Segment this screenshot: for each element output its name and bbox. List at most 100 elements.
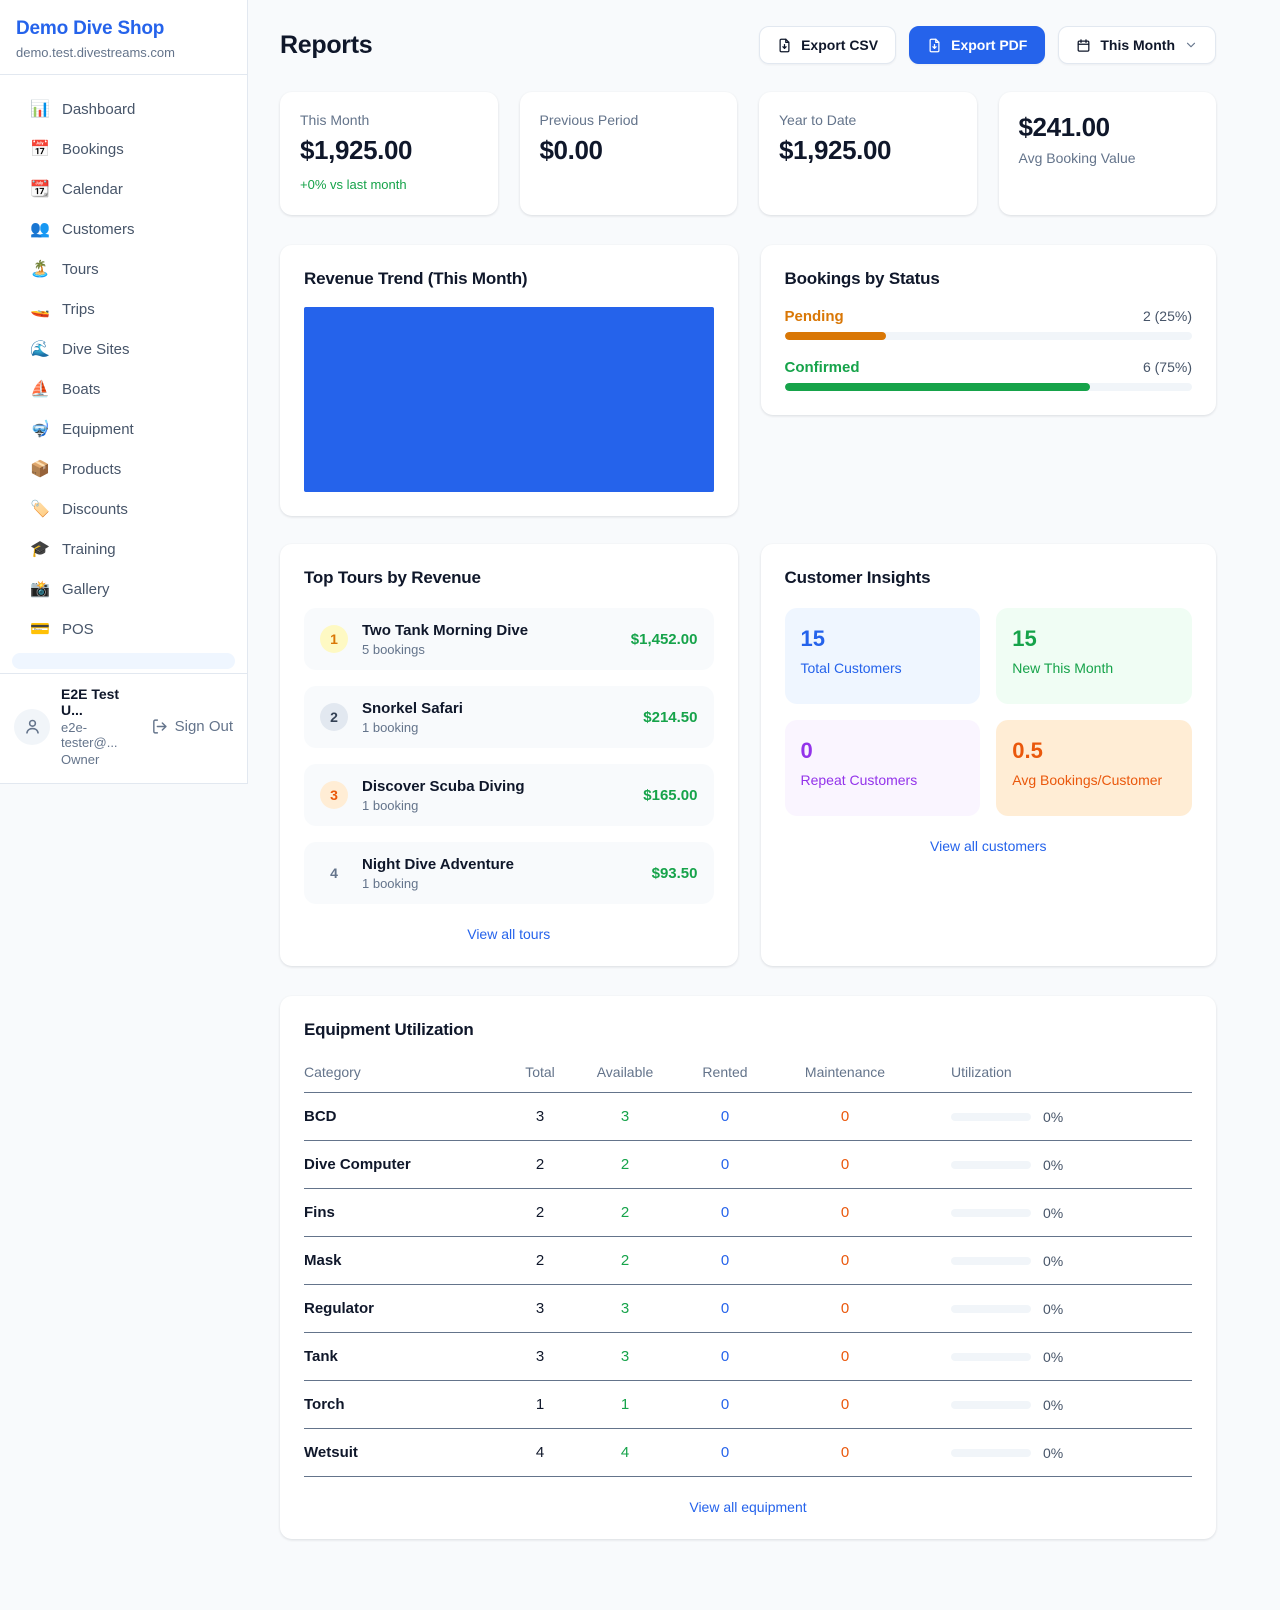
stat-value: $1,925.00 <box>300 135 478 166</box>
status-head: Pending2 (25%) <box>785 308 1193 325</box>
insight-tile: 15Total Customers <box>785 608 981 704</box>
sidebar-item-reports-partial[interactable] <box>12 653 235 669</box>
sidebar-item-products[interactable]: 📦Products <box>12 449 235 489</box>
tour-bookings: 1 booking <box>362 798 629 813</box>
view-all-tours-link[interactable]: View all tours <box>304 926 714 942</box>
stat-label: Avg Booking Value <box>1019 150 1197 166</box>
sidebar-item-gallery[interactable]: 📸Gallery <box>12 569 235 609</box>
stat-value: $0.00 <box>540 135 718 166</box>
sidebar-item-label: Customers <box>62 221 135 238</box>
stat-value: $1,925.00 <box>779 135 957 166</box>
tour-revenue: $1,452.00 <box>631 631 698 648</box>
period-dropdown[interactable]: This Month <box>1058 26 1216 64</box>
sidebar-item-customers[interactable]: 👥Customers <box>12 209 235 249</box>
utilization-bar <box>951 1401 1031 1409</box>
grad-cap-icon: 🎓 <box>30 539 48 559</box>
sidebar-item-dashboard[interactable]: 📊Dashboard <box>12 89 235 129</box>
table-row: Torch11000% <box>304 1381 1192 1429</box>
rank-badge: 1 <box>320 625 348 653</box>
sidebar: Demo Dive Shop demo.test.divestreams.com… <box>0 0 248 784</box>
equipment-total: 2 <box>505 1252 575 1269</box>
sidebar-item-bookings[interactable]: 📅Bookings <box>12 129 235 169</box>
tour-name: Two Tank Morning Dive <box>362 622 617 639</box>
equipment-category: Torch <box>304 1396 505 1413</box>
sidebar-item-equipment[interactable]: 🤿Equipment <box>12 409 235 449</box>
column-header: Available <box>575 1064 675 1080</box>
view-all-equipment-link[interactable]: View all equipment <box>304 1499 1192 1515</box>
export-pdf-button[interactable]: Export PDF <box>909 26 1045 64</box>
equipment-rented: 0 <box>675 1156 775 1173</box>
column-header: Rented <box>675 1064 775 1080</box>
equipment-utilization-cell: 0% <box>915 1445 1192 1461</box>
sign-out-button[interactable]: Sign Out <box>151 718 233 735</box>
tour-row: 3Discover Scuba Diving1 booking$165.00 <box>304 764 714 826</box>
user-block: E2E Test U... e2e-tester@... Owner <box>61 686 140 767</box>
person-icon <box>23 717 42 736</box>
brand-name: Demo Dive Shop <box>16 18 231 40</box>
status-row: Pending2 (25%) <box>785 308 1193 340</box>
tour-revenue: $93.50 <box>652 865 698 882</box>
tour-info: Snorkel Safari 1 booking <box>362 700 629 735</box>
sidebar-item-pos[interactable]: 💳POS <box>12 609 235 649</box>
sign-out-label: Sign Out <box>175 718 233 735</box>
equipment-utilization-cell: 0% <box>915 1397 1192 1413</box>
status-bar-fill <box>785 332 887 340</box>
sidebar-item-boats[interactable]: ⛵Boats <box>12 369 235 409</box>
status-label: Pending <box>785 308 844 325</box>
tour-revenue: $165.00 <box>643 787 697 804</box>
stat-card: This Month$1,925.00+0% vs last month <box>280 92 498 215</box>
wave-icon: 🌊 <box>30 339 48 359</box>
export-csv-button[interactable]: Export CSV <box>759 26 896 64</box>
equipment-rented: 0 <box>675 1444 775 1461</box>
sidebar-item-label: Dashboard <box>62 101 135 118</box>
table-row: Tank33000% <box>304 1333 1192 1381</box>
equipment-utilization-cell: 0% <box>915 1349 1192 1365</box>
equipment-rented: 0 <box>675 1204 775 1221</box>
view-all-customers-link[interactable]: View all customers <box>785 838 1193 854</box>
equipment-rented: 0 <box>675 1396 775 1413</box>
stat-label: Year to Date <box>779 112 957 128</box>
utilization-percent: 0% <box>1043 1349 1063 1365</box>
utilization-percent: 0% <box>1043 1109 1063 1125</box>
equipment-available: 2 <box>575 1204 675 1221</box>
sidebar-item-training[interactable]: 🎓Training <box>12 529 235 569</box>
utilization-percent: 0% <box>1043 1157 1063 1173</box>
sidebar-item-calendar[interactable]: 📆Calendar <box>12 169 235 209</box>
customer-insights-card: Customer Insights 15Total Customers15New… <box>761 544 1217 966</box>
sidebar-item-trips[interactable]: 🚤Trips <box>12 289 235 329</box>
equipment-total: 2 <box>505 1204 575 1221</box>
insight-tile: 15New This Month <box>996 608 1192 704</box>
equipment-utilization-cell: 0% <box>915 1205 1192 1221</box>
equipment-maintenance: 0 <box>775 1204 915 1221</box>
table-row: Wetsuit44000% <box>304 1429 1192 1477</box>
utilization-percent: 0% <box>1043 1445 1063 1461</box>
stat-delta: +0% vs last month <box>300 177 478 192</box>
tour-bookings: 1 booking <box>362 720 629 735</box>
sidebar-item-dive-sites[interactable]: 🌊Dive Sites <box>12 329 235 369</box>
equipment-rented: 0 <box>675 1108 775 1125</box>
rank-badge: 3 <box>320 781 348 809</box>
equipment-category: Regulator <box>304 1300 505 1317</box>
tour-row: 2Snorkel Safari1 booking$214.50 <box>304 686 714 748</box>
tour-name: Snorkel Safari <box>362 700 629 717</box>
equipment-maintenance: 0 <box>775 1300 915 1317</box>
camera-icon: 📸 <box>30 579 48 599</box>
tour-list: 1Two Tank Morning Dive5 bookings$1,452.0… <box>304 608 714 904</box>
equipment-table-header: CategoryTotalAvailableRentedMaintenanceU… <box>304 1058 1192 1093</box>
diving-mask-icon: 🤿 <box>30 419 48 439</box>
export-csv-label: Export CSV <box>801 37 878 53</box>
equipment-available: 4 <box>575 1444 675 1461</box>
file-download-icon <box>777 38 792 53</box>
stat-card: $241.00Avg Booking Value <box>999 92 1217 215</box>
sidebar-item-label: Products <box>62 461 121 478</box>
avatar <box>14 709 50 745</box>
calendar-pad-icon: 📆 <box>30 179 48 199</box>
equipment-utilization-cell: 0% <box>915 1157 1192 1173</box>
stat-card: Year to Date $1,925.00 <box>759 92 977 215</box>
sidebar-item-tours[interactable]: 🏝️Tours <box>12 249 235 289</box>
sidebar-item-discounts[interactable]: 🏷️Discounts <box>12 489 235 529</box>
tour-row: 4Night Dive Adventure1 booking$93.50 <box>304 842 714 904</box>
insight-value: 0.5 <box>1012 738 1176 764</box>
column-header: Utilization <box>915 1064 1192 1080</box>
insight-tiles: 15Total Customers15New This Month0Repeat… <box>785 608 1193 816</box>
